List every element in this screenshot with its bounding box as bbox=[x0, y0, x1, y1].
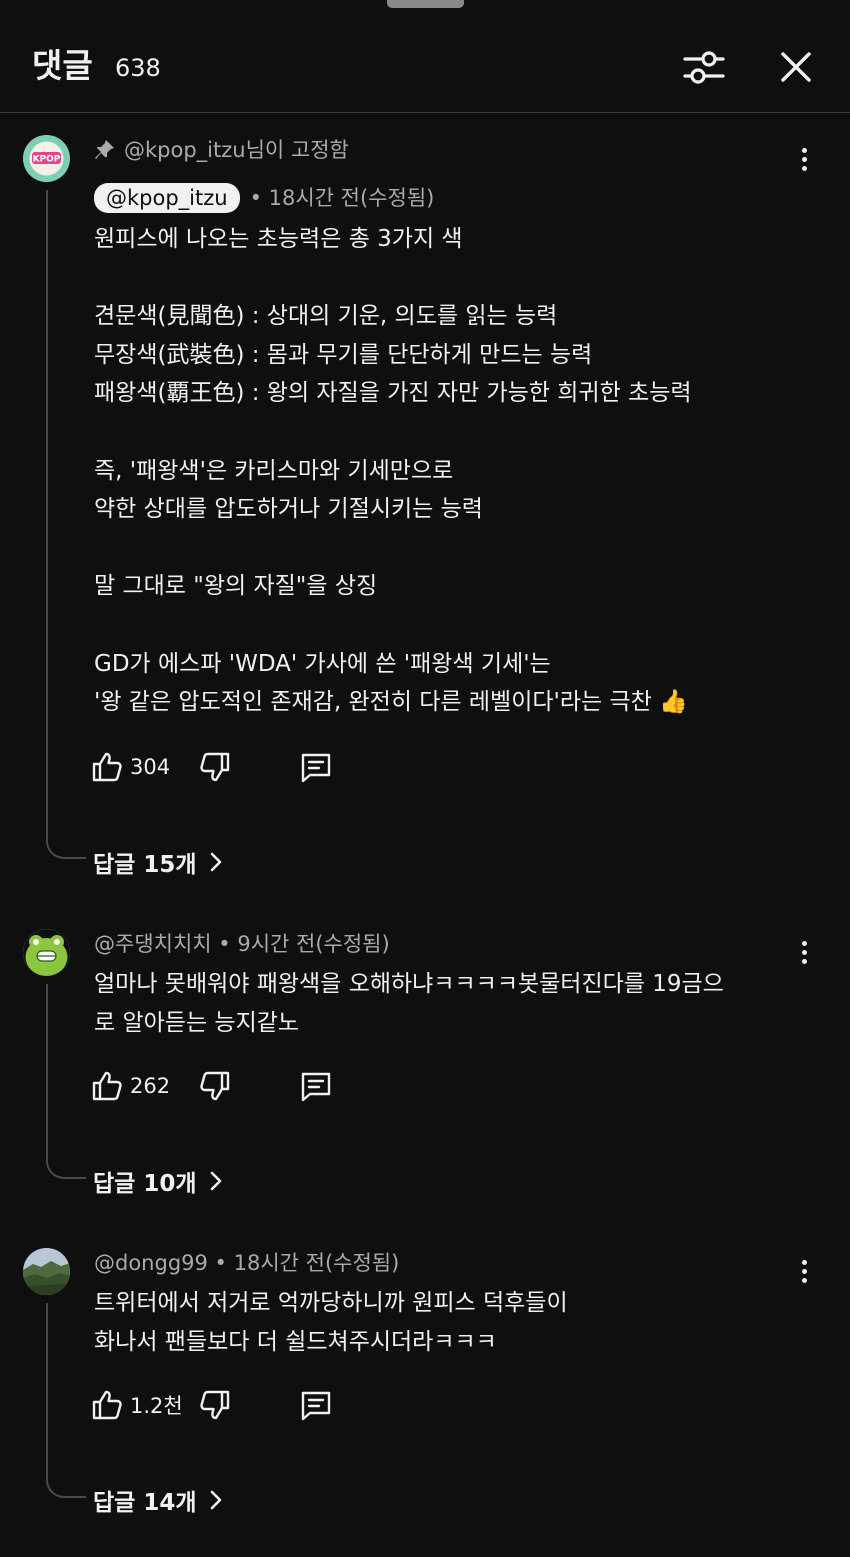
avatar[interactable] bbox=[23, 929, 70, 976]
comment-body: 원피스에 나오는 초능력은 총 3가지 색 견문색(見聞色) : 상대의 기운,… bbox=[94, 226, 692, 716]
like-button[interactable]: 304 bbox=[90, 750, 190, 784]
thumbs-up-icon bbox=[92, 752, 122, 782]
replies-label: 답글 14개 bbox=[93, 1490, 197, 1516]
more-options-button[interactable] bbox=[792, 1253, 816, 1289]
replies-label: 답글 10개 bbox=[93, 1171, 197, 1197]
reply-button[interactable] bbox=[298, 749, 334, 785]
comment-meta: @주댕치치치 • 9시간 전(수정됨) bbox=[94, 932, 390, 956]
avatar[interactable] bbox=[23, 1248, 70, 1295]
like-button[interactable]: 262 bbox=[90, 1069, 190, 1103]
like-button[interactable]: 1.2천 bbox=[90, 1388, 190, 1422]
replies-label: 답글 15개 bbox=[93, 852, 197, 878]
like-count: 1.2천 bbox=[130, 1394, 183, 1418]
author-chip[interactable]: @kpop_itzu bbox=[94, 183, 240, 213]
comment-body: 얼마나 못배워야 패왕색을 오해하냐ㅋㅋㅋㅋ봇물터진다를 19금으 로 알아듣는… bbox=[94, 971, 724, 1036]
comments-header: 댓글 638 bbox=[0, 0, 850, 113]
view-replies-button[interactable]: 답글 14개 bbox=[93, 1483, 223, 1517]
landscape-avatar-icon bbox=[23, 1248, 70, 1295]
dislike-button[interactable] bbox=[198, 1069, 232, 1103]
thumbs-down-icon bbox=[200, 1390, 230, 1420]
comment-time: • 18시간 전(수정됨) bbox=[249, 186, 435, 210]
comment-meta: @kpop_itzu • 18시간 전(수정됨) bbox=[94, 183, 434, 213]
pin-icon bbox=[95, 140, 114, 159]
thumbs-down-icon bbox=[200, 752, 230, 782]
close-icon bbox=[781, 52, 811, 82]
comment-icon bbox=[301, 1072, 331, 1102]
more-vert-icon bbox=[801, 1259, 807, 1265]
chevron-right-icon bbox=[210, 852, 221, 872]
thumbs-down-icon bbox=[200, 1071, 230, 1101]
pinned-text: @kpop_itzu님이 고정함 bbox=[124, 138, 349, 162]
filter-button[interactable] bbox=[676, 39, 732, 95]
more-options-button[interactable] bbox=[792, 141, 816, 177]
thread-line bbox=[46, 1303, 86, 1498]
avatar-label: KPOP bbox=[33, 155, 61, 165]
thumbs-up-icon bbox=[92, 1390, 122, 1420]
thread-line bbox=[46, 190, 86, 859]
close-button[interactable] bbox=[768, 39, 824, 95]
comments-sheet: 댓글 638 KPOP @kpop_itzu님이 고정함 @kpop_itzu … bbox=[0, 0, 850, 1557]
more-vert-icon bbox=[801, 147, 807, 153]
like-count: 262 bbox=[130, 1074, 171, 1098]
frog-avatar-icon bbox=[23, 929, 70, 976]
reply-button[interactable] bbox=[298, 1068, 334, 1104]
comment-icon bbox=[301, 1391, 331, 1421]
more-vert-icon bbox=[801, 940, 807, 946]
comment-body: 트위터에서 저거로 억까당하니까 원피스 덕후들이 화나서 팬들보다 더 쉴드쳐… bbox=[94, 1290, 568, 1355]
more-options-button[interactable] bbox=[792, 934, 816, 970]
comment-icon bbox=[301, 753, 331, 783]
avatar[interactable]: KPOP bbox=[23, 135, 70, 182]
pinned-label: @kpop_itzu님이 고정함 bbox=[94, 136, 349, 164]
comments-count: 638 bbox=[115, 54, 161, 82]
thread-line bbox=[46, 984, 86, 1179]
reply-button[interactable] bbox=[298, 1387, 334, 1423]
dislike-button[interactable] bbox=[198, 1388, 232, 1422]
view-replies-button[interactable]: 답글 10개 bbox=[93, 1164, 223, 1198]
view-replies-button[interactable]: 답글 15개 bbox=[93, 845, 223, 879]
kpop-logo-icon: KPOP bbox=[23, 135, 70, 182]
comment-actions: 262 bbox=[90, 1066, 334, 1106]
comments-title: 댓글 bbox=[32, 46, 93, 85]
chevron-right-icon bbox=[210, 1171, 221, 1191]
dislike-button[interactable] bbox=[198, 750, 232, 784]
thumbs-up-icon bbox=[92, 1071, 122, 1101]
comment-actions: 1.2천 bbox=[90, 1385, 334, 1425]
sliders-icon bbox=[683, 51, 725, 84]
comment-meta: @dongg99 • 18시간 전(수정됨) bbox=[94, 1251, 400, 1275]
chevron-right-icon bbox=[210, 1490, 221, 1510]
like-count: 304 bbox=[130, 755, 171, 779]
comment-actions: 304 bbox=[90, 747, 334, 787]
